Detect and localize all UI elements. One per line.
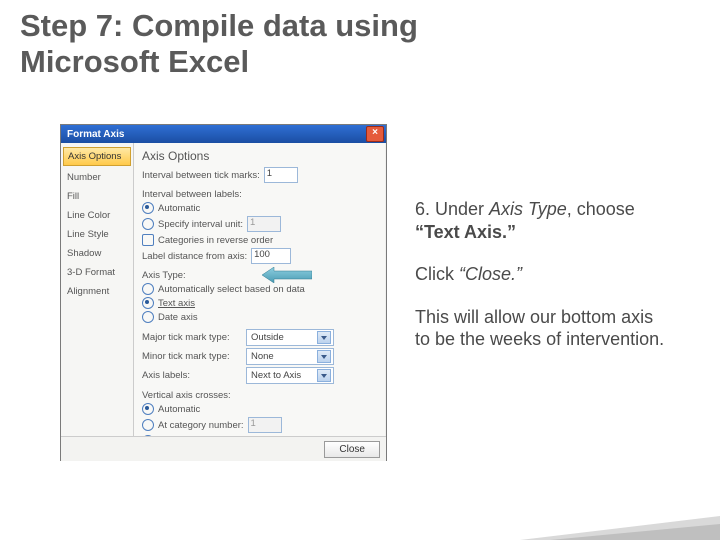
- crosses-at-max-radio[interactable]: [142, 435, 154, 436]
- crosses-label: Vertical axis crosses:: [142, 390, 378, 401]
- dialog-titlebar: Format Axis ×: [61, 125, 386, 143]
- minor-tick-combo[interactable]: None: [246, 348, 334, 365]
- nav-number[interactable]: Number: [61, 168, 133, 187]
- instruction-text: 6. Under Axis Type, choose “Text Axis.” …: [415, 198, 670, 371]
- pane-heading: Axis Options: [142, 149, 378, 163]
- reverse-order-label: Categories in reverse order: [158, 235, 273, 246]
- interval-automatic-label: Automatic: [158, 203, 200, 214]
- interval-specify-input[interactable]: 1: [247, 216, 281, 232]
- major-tick-label: Major tick mark type:: [142, 332, 242, 343]
- instr-3: This will allow our bottom axis to be th…: [415, 306, 670, 351]
- dialog-title: Format Axis: [67, 129, 124, 140]
- title-line-2: Microsoft Excel: [20, 44, 249, 79]
- instr-1c: , choose: [567, 199, 635, 219]
- nav-line-color[interactable]: Line Color: [61, 206, 133, 225]
- nav-fill[interactable]: Fill: [61, 187, 133, 206]
- reverse-order-checkbox[interactable]: [142, 234, 154, 246]
- major-tick-value: Outside: [251, 332, 284, 343]
- axis-labels-combo[interactable]: Next to Axis: [246, 367, 334, 384]
- label-distance-input[interactable]: 100: [251, 248, 291, 264]
- interval-specify-radio[interactable]: [142, 218, 154, 230]
- crosses-auto-label: Automatic: [158, 404, 200, 415]
- interval-labels-label: Interval between labels:: [142, 189, 378, 200]
- interval-specify-label: Specify interval unit:: [158, 219, 243, 230]
- dialog-body: Axis Options Number Fill Line Color Line…: [61, 143, 386, 436]
- crosses-auto-radio[interactable]: [142, 403, 154, 415]
- interval-ticks-label: Interval between tick marks:: [142, 170, 260, 181]
- crosses-at-max-label: At maximum category: [158, 436, 250, 437]
- axis-type-text-radio[interactable]: [142, 297, 154, 309]
- window-close-button[interactable]: ×: [366, 126, 384, 142]
- axis-labels-value: Next to Axis: [251, 370, 301, 381]
- nav-line-style[interactable]: Line Style: [61, 225, 133, 244]
- axis-type-auto-radio[interactable]: [142, 283, 154, 295]
- instr-1b: Axis Type: [489, 199, 567, 219]
- chevron-down-icon: [317, 369, 331, 382]
- axis-type-label: Axis Type:: [142, 270, 378, 281]
- slide-title: Step 7: Compile data using Microsoft Exc…: [20, 8, 418, 79]
- dialog-nav: Axis Options Number Fill Line Color Line…: [61, 143, 133, 436]
- interval-automatic-radio[interactable]: [142, 202, 154, 214]
- axis-type-text-label: Text axis: [158, 298, 195, 309]
- dialog-footer: Close: [61, 436, 386, 461]
- decorative-wedge: [520, 510, 720, 540]
- major-tick-combo[interactable]: Outside: [246, 329, 334, 346]
- axis-options-pane: Axis Options Interval between tick marks…: [133, 143, 386, 436]
- chevron-down-icon: [317, 331, 331, 344]
- axis-type-auto-label: Automatically select based on data: [158, 284, 305, 295]
- instr-2b: “Close.”: [459, 264, 522, 284]
- axis-type-date-radio[interactable]: [142, 311, 154, 323]
- nav-shadow[interactable]: Shadow: [61, 244, 133, 263]
- axis-labels-label: Axis labels:: [142, 370, 242, 381]
- crosses-at-category-input[interactable]: 1: [248, 417, 282, 433]
- interval-ticks-input[interactable]: 1: [264, 167, 298, 183]
- close-button[interactable]: Close: [324, 441, 380, 458]
- nav-alignment[interactable]: Alignment: [61, 282, 133, 301]
- label-distance-label: Label distance from axis:: [142, 251, 247, 262]
- axis-type-date-label: Date axis: [158, 312, 198, 323]
- minor-tick-value: None: [251, 351, 274, 362]
- format-axis-dialog: Format Axis × Axis Options Number Fill L…: [60, 124, 387, 461]
- title-line-1: Step 7: Compile data using: [20, 8, 418, 43]
- crosses-at-category-radio[interactable]: [142, 419, 154, 431]
- minor-tick-label: Minor tick mark type:: [142, 351, 242, 362]
- nav-3d-format[interactable]: 3-D Format: [61, 263, 133, 282]
- crosses-at-category-label: At category number:: [158, 420, 244, 431]
- nav-axis-options[interactable]: Axis Options: [63, 147, 131, 166]
- instr-1a: 6. Under: [415, 199, 489, 219]
- instr-2a: Click: [415, 264, 459, 284]
- chevron-down-icon: [317, 350, 331, 363]
- instr-1d: “Text Axis.”: [415, 222, 516, 242]
